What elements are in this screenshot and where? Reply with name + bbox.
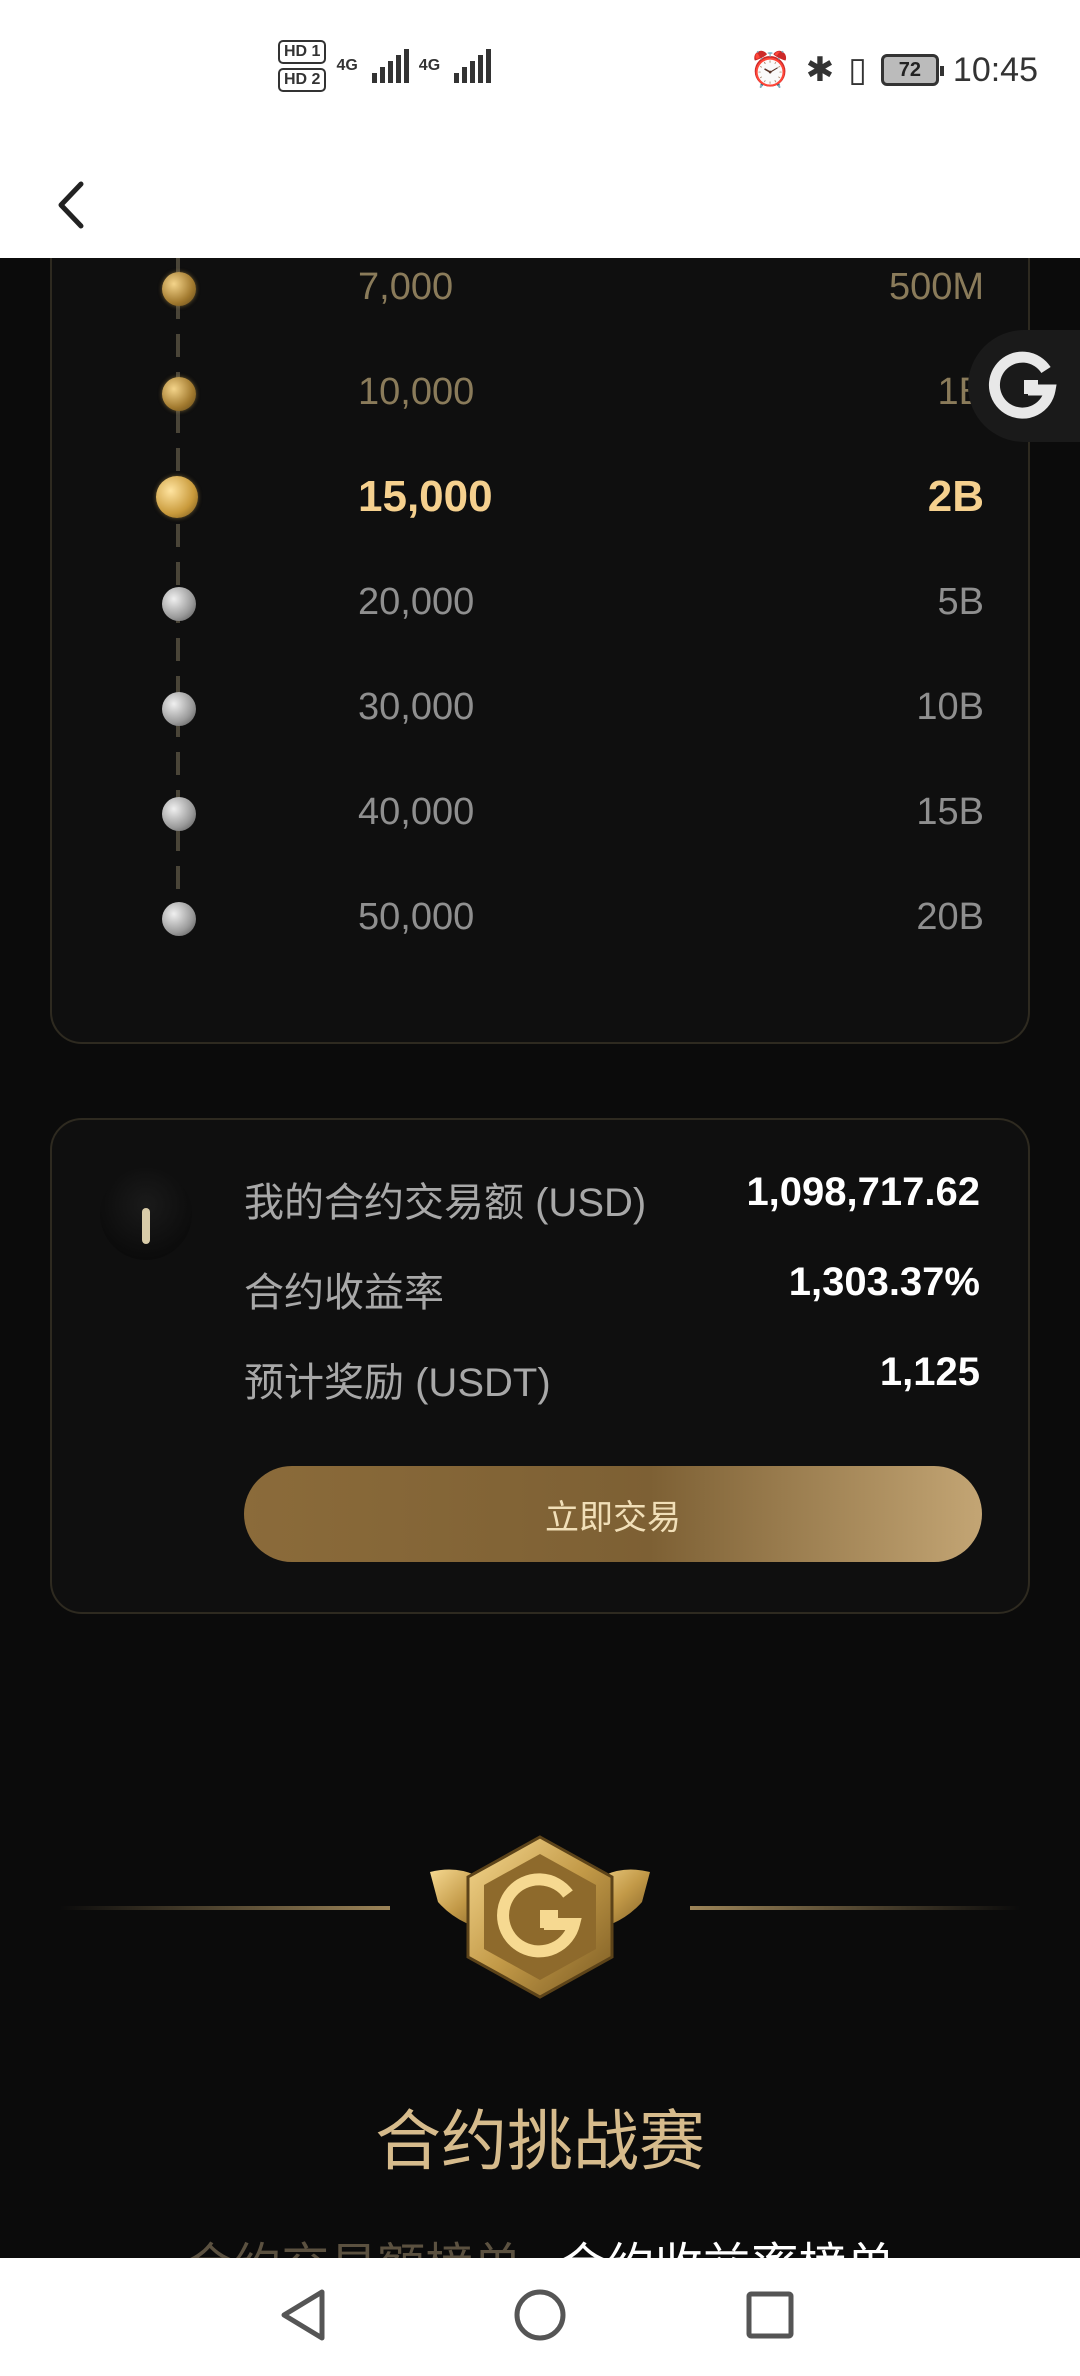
divider-right xyxy=(690,1906,1020,1910)
tier-amount: 40,000 xyxy=(358,791,475,833)
tier-amount: 7,000 xyxy=(358,266,454,308)
floating-logo-button[interactable] xyxy=(968,330,1080,442)
ranking-tabs: 合约交易额榜单 合约收益率榜单 xyxy=(0,2226,1080,2258)
tier-row: 20,000 5B xyxy=(52,565,1032,645)
tier-row: 40,000 15B xyxy=(52,775,1032,855)
back-triangle-icon[interactable] xyxy=(270,2280,340,2350)
hd2-badge: HD 2 xyxy=(278,68,327,92)
tier-volume: 20B xyxy=(916,896,984,938)
reward-label: 预计奖励 (USDT) xyxy=(244,1361,551,1405)
reward-value: 1,125 xyxy=(879,1350,980,1394)
tab-volume-ranking[interactable]: 合约交易额榜单 xyxy=(185,2226,521,2258)
winged-badge-icon xyxy=(430,1835,650,1999)
volume-label: 我的合约交易额 (USD) xyxy=(244,1181,647,1225)
tab-yield-ranking[interactable]: 合约收益率榜单 xyxy=(559,2226,895,2258)
net1-label: 4G xyxy=(336,57,358,74)
tier-amount: 15,000 xyxy=(358,472,493,521)
home-circle-icon[interactable] xyxy=(505,2280,575,2350)
tier-volume: 5B xyxy=(937,581,984,623)
yield-label: 合约收益率 xyxy=(244,1271,444,1315)
silver-coin-icon xyxy=(162,587,196,621)
hd-stack: HD 1 HD 2 xyxy=(278,40,327,92)
avatar xyxy=(100,1168,192,1260)
gold-coin-icon xyxy=(162,272,196,306)
tier-amount: 30,000 xyxy=(358,686,475,728)
gold-coin-icon xyxy=(156,476,198,518)
tier-amount: 20,000 xyxy=(358,581,475,623)
tier-row: 7,000 500M xyxy=(52,258,1032,330)
volume-value: 1,098,717.62 xyxy=(746,1170,980,1214)
gold-coin-icon xyxy=(162,377,196,411)
tier-amount: 10,000 xyxy=(358,371,475,413)
hd1-badge: HD 1 xyxy=(278,40,327,64)
system-nav-bar xyxy=(0,2258,1080,2376)
challenge-title: 合约挑战赛 xyxy=(375,2104,705,2178)
logo-icon xyxy=(988,351,1057,419)
tier-row: 15,000 2B xyxy=(52,460,1032,540)
battery-icon: 72 xyxy=(880,54,944,86)
tier-row: 10,000 1B xyxy=(52,355,1032,435)
recents-square-icon[interactable] xyxy=(735,2280,805,2350)
silver-coin-icon xyxy=(162,692,196,726)
tier-amount: 50,000 xyxy=(358,896,475,938)
clock: 10:45 xyxy=(952,50,1038,89)
vibrate-icon: ▯ xyxy=(848,51,867,89)
tier-volume: 2B xyxy=(927,472,984,521)
tier-table: 7,000 500M 10,000 1B 15,000 2B 20,000 5B 30,000 1… xyxy=(50,258,1030,1044)
tier-volume: 10B xyxy=(916,686,984,728)
silver-coin-icon xyxy=(162,902,196,936)
alarm-icon: ⏰ xyxy=(749,51,792,89)
tier-row: 30,000 10B xyxy=(52,670,1032,750)
signal2-icon xyxy=(454,49,492,83)
my-stats-card: 我的合约交易额 (USD) 1,098,717.62 合约收益率 1,303.3… xyxy=(50,1118,1030,1614)
trade-now-button[interactable]: 立即交易 xyxy=(244,1466,982,1562)
yield-value: 1,303.37% xyxy=(788,1260,980,1304)
bluetooth-icon: ✱ xyxy=(805,51,835,89)
divider-left xyxy=(60,1906,390,1910)
status-bar: HD 1 HD 2 4G 4G ⏰ ✱ ▯ 72 10:45 xyxy=(0,0,1080,150)
status-right: ⏰ ✱ ▯ 72 10:45 xyxy=(749,50,1038,90)
chevron-left-icon xyxy=(58,181,84,229)
net2-label: 4G xyxy=(418,57,441,74)
silver-coin-icon xyxy=(162,797,196,831)
header xyxy=(0,150,1080,258)
signal1-icon xyxy=(371,49,409,83)
tier-volume: 15B xyxy=(916,791,984,833)
main-content: 7,000 500M 10,000 1B 15,000 2B 20,000 5B 30,000 1… xyxy=(0,258,1080,2258)
network-indicators: HD 1 HD 2 4G 4G xyxy=(278,40,492,92)
tier-row: 50,000 20B xyxy=(52,880,1032,960)
tier-volume: 500M xyxy=(888,266,984,308)
back-button[interactable] xyxy=(40,170,100,240)
